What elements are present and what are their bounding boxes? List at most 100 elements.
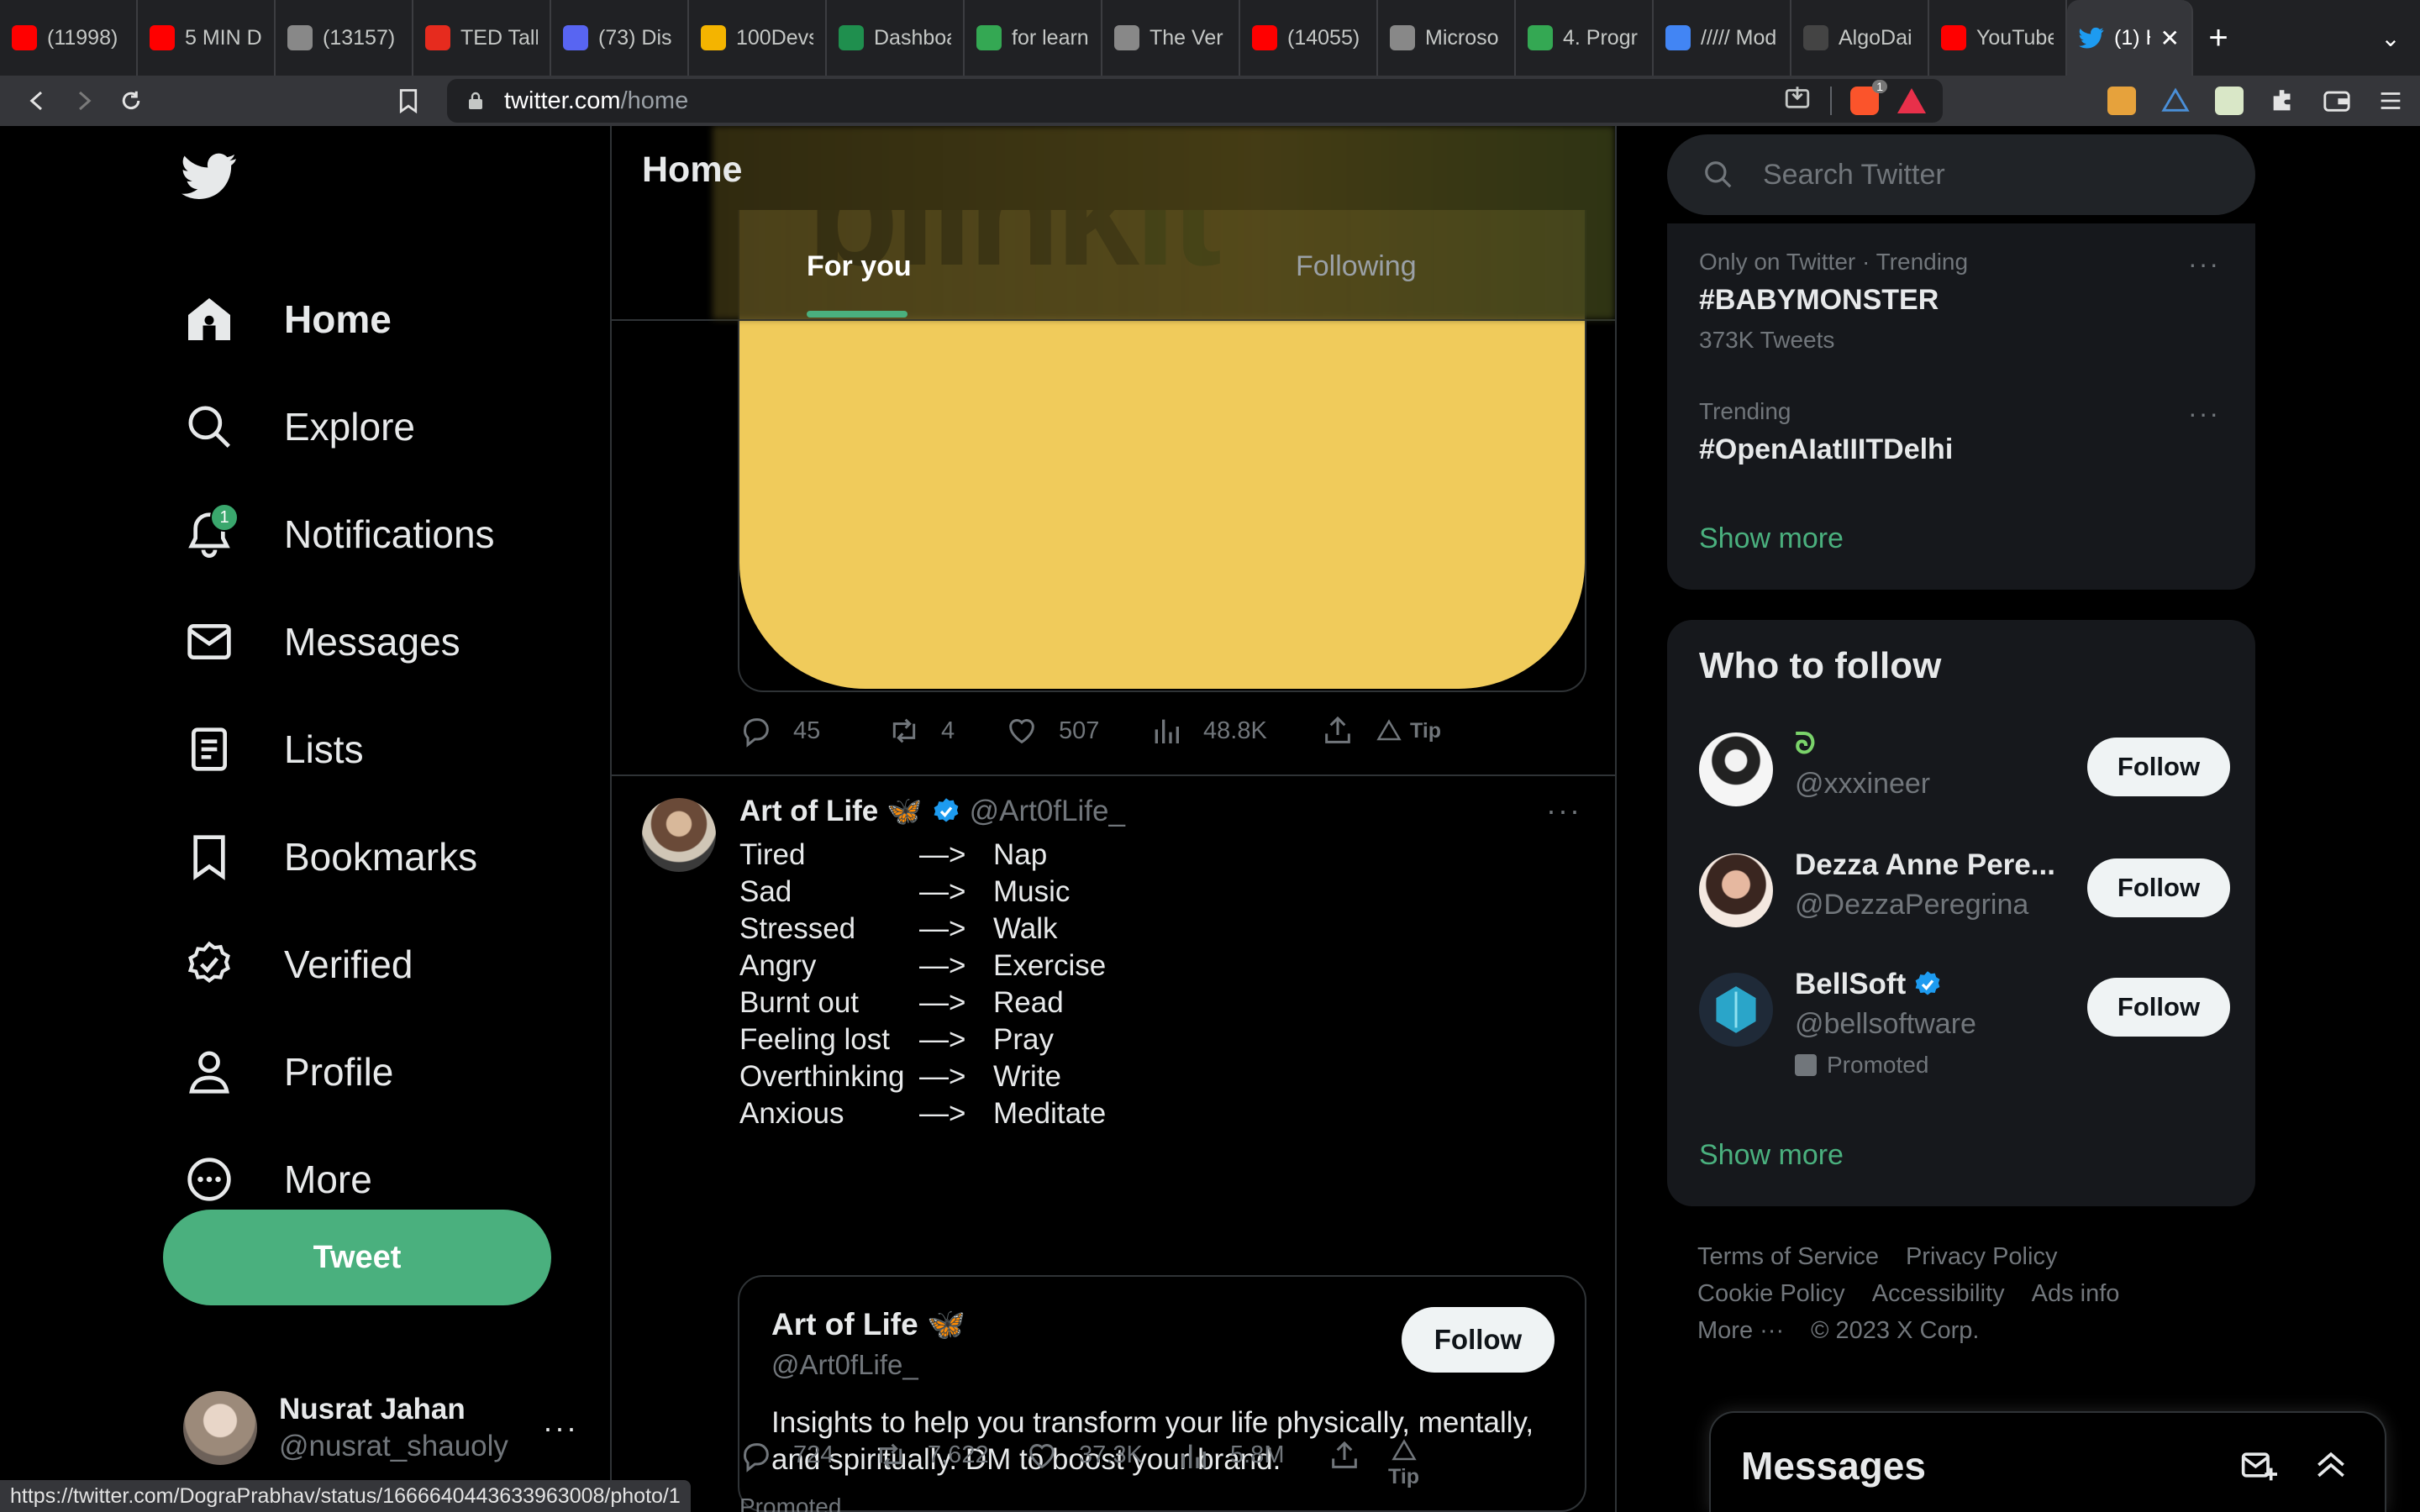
wallet-triangle-icon[interactable]	[2161, 87, 2190, 115]
like-button[interactable]: 507	[1005, 714, 1150, 748]
account-name: Nusrat Jahan	[279, 1393, 466, 1425]
browser-tab[interactable]: (14055)	[1240, 0, 1378, 76]
views-button[interactable]: 48.8K	[1150, 714, 1321, 748]
share-button[interactable]	[1328, 1439, 1388, 1473]
follow-suggestion[interactable]: BellSoft @bellsoftware Promoted Follow	[1699, 968, 2230, 1085]
new-message-icon[interactable]	[2240, 1446, 2277, 1483]
reply-button[interactable]: 724	[739, 1439, 874, 1473]
menu-icon[interactable]	[2376, 87, 2405, 115]
messages-drawer[interactable]: Messages	[1709, 1411, 2386, 1512]
footer-link[interactable]: More ···	[1697, 1317, 1784, 1344]
browser-tab[interactable]: 5 MIN D	[138, 0, 276, 76]
nav-home[interactable]: Home	[182, 286, 392, 353]
follow-button[interactable]: Follow	[2087, 738, 2230, 796]
bookmark-page-icon[interactable]	[385, 77, 432, 124]
footer-link[interactable]: Terms of Service	[1697, 1243, 1879, 1270]
nav-notifications[interactable]: 1 Notifications	[182, 501, 495, 568]
views-button[interactable]: 5.8M	[1176, 1439, 1328, 1473]
browser-tab[interactable]: TED Talk	[413, 0, 551, 76]
follow-button[interactable]: Follow	[2087, 858, 2230, 917]
browser-tab[interactable]: Dashboa	[827, 0, 965, 76]
url-host: twitter.com	[504, 87, 621, 114]
author-handle[interactable]: @Art0fLife_	[970, 795, 1125, 828]
nav-bookmarks[interactable]: Bookmarks	[182, 823, 477, 890]
reload-icon[interactable]	[108, 77, 155, 124]
retweet-button[interactable]: 4	[887, 714, 1005, 748]
nav-profile[interactable]: Profile	[182, 1038, 393, 1105]
tweet-actions: 724 7,622 37.3K 5.8M Tip	[739, 1421, 1419, 1489]
show-more-link[interactable]: Show more	[1699, 522, 1844, 555]
browser-tab[interactable]: 100Devs	[689, 0, 827, 76]
footer-link[interactable]: Cookie Policy	[1697, 1280, 1845, 1307]
trend-item[interactable]: Only on Twitter · Trending #BABYMONSTER …	[1699, 249, 1968, 354]
browser-tab[interactable]: AlgoDai	[1791, 0, 1929, 76]
forward-icon[interactable]	[60, 77, 108, 124]
search-box[interactable]	[1667, 134, 2255, 215]
footer-link[interactable]: Privacy Policy	[1906, 1243, 2058, 1270]
author-name[interactable]: Art of Life	[739, 795, 878, 828]
address-bar[interactable]: twitter.com /home 1	[447, 79, 1943, 123]
back-icon[interactable]	[13, 77, 60, 124]
browser-tab[interactable]: The Ver	[1102, 0, 1240, 76]
reply-button[interactable]: 45	[739, 714, 887, 748]
puzzle-icon[interactable]	[2269, 87, 2297, 115]
twitter-logo-icon[interactable]	[182, 153, 237, 200]
tip-button[interactable]: Tip	[1376, 718, 1441, 743]
nav-verified[interactable]: Verified	[182, 931, 413, 998]
wallet-icon[interactable]	[2323, 87, 2351, 115]
account-handle: @nusrat_shauoly	[279, 1430, 508, 1462]
nav-lists[interactable]: Lists	[182, 716, 364, 783]
nav-explore[interactable]: Explore	[182, 393, 415, 460]
trend-more-icon[interactable]: ···	[2188, 398, 2220, 429]
tab-for-you[interactable]: For you	[807, 250, 912, 283]
nav-more[interactable]: More	[182, 1146, 372, 1213]
sheets-extension-icon[interactable]	[2215, 87, 2244, 115]
browser-tab[interactable]: for learn	[965, 0, 1102, 76]
install-app-icon[interactable]	[1783, 83, 1812, 118]
browser-tab[interactable]: Microso	[1378, 0, 1516, 76]
search-input[interactable]	[1763, 158, 2233, 192]
browser-tab[interactable]: (11998)	[0, 0, 138, 76]
tweet-more-icon[interactable]: ···	[1546, 793, 1581, 828]
brave-shields-icon[interactable]: 1	[1850, 80, 1887, 115]
expand-chevron-up-icon[interactable]	[2312, 1446, 2349, 1483]
share-button[interactable]	[1321, 714, 1376, 748]
browser-tab[interactable]: (13157)	[276, 0, 413, 76]
show-more-link[interactable]: Show more	[1699, 1139, 1844, 1172]
tweet-line: Stressed —> Walk	[739, 911, 1106, 948]
nav-label: Lists	[284, 727, 364, 771]
browser-tab[interactable]: 4. Progr	[1516, 0, 1654, 76]
new-tab-button[interactable]: +	[2193, 19, 2244, 57]
close-tab-icon[interactable]: ✕	[2160, 24, 2180, 52]
account-more-icon[interactable]: ···	[543, 1410, 578, 1446]
browser-tab[interactable]: ///// Mod	[1654, 0, 1791, 76]
tab-active-twitter[interactable]: (1) H ✕	[2067, 0, 2193, 76]
follow-button[interactable]: Follow	[1402, 1307, 1555, 1373]
follow-suggestion[interactable]: Dezza Anne Pere... @DezzaPeregrina Follo…	[1699, 848, 2230, 941]
follow-button[interactable]: Follow	[2087, 978, 2230, 1037]
brave-rewards-icon[interactable]	[1897, 88, 1926, 113]
bellsoft-hexagon-icon	[1716, 986, 1756, 1033]
tweet-button[interactable]: Tweet	[163, 1210, 551, 1305]
retweet-button[interactable]: 7,622	[874, 1439, 1025, 1473]
extension-icon[interactable]	[2107, 87, 2136, 115]
tweet[interactable]: Art of Life 🦋 @Art0fLife_ ··· Tired —> Nap…	[612, 776, 1615, 1512]
trend-item[interactable]: Trending #OpenAIatIIITDelhi	[1699, 398, 1953, 466]
browser-tab[interactable]: YouTube	[1929, 0, 2067, 76]
footer-link[interactable]: Accessibility	[1872, 1280, 2005, 1307]
nav-messages[interactable]: Messages	[182, 608, 460, 675]
browser-tab[interactable]: (73) Dis	[551, 0, 689, 76]
like-button[interactable]: 37.3K	[1025, 1439, 1176, 1473]
tab-following[interactable]: Following	[1296, 250, 1417, 283]
footer-link[interactable]: Ads info	[2032, 1280, 2120, 1307]
who-to-follow-panel: Who to follow ᘐ @xxxineer Follow Dezza A…	[1667, 620, 2255, 1206]
footer-link[interactable]: © 2023 X Corp.	[1811, 1317, 1979, 1344]
follow-suggestion[interactable]: ᘐ @xxxineer Follow	[1699, 727, 2230, 820]
account-switcher[interactable]: Nusrat Jahan @nusrat_shauoly ···	[183, 1386, 578, 1470]
tip-button[interactable]: Tip	[1388, 1438, 1419, 1489]
butterfly-emoji-icon: 🦋	[886, 795, 923, 827]
left-sidebar: Home Explore 1 Notifications Messages Li…	[0, 126, 610, 1512]
avatar[interactable]	[642, 798, 716, 872]
tab-search-chevron-icon[interactable]: ⌄	[2361, 24, 2420, 52]
trend-more-icon[interactable]: ···	[2188, 249, 2220, 280]
